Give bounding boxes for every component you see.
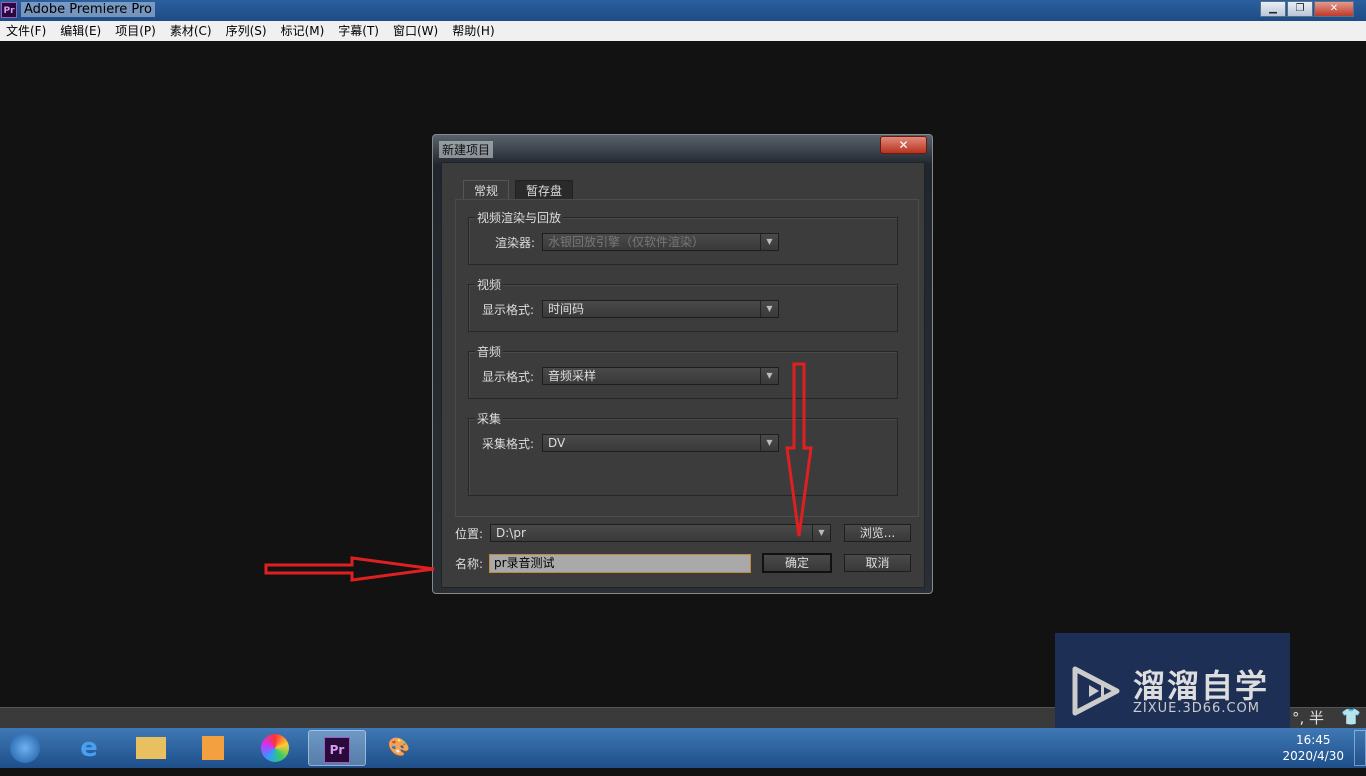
renderer-value: 水银回放引擎（仅软件渲染） <box>548 235 705 249</box>
location-label: 位置: <box>455 527 484 541</box>
watermark-url: ZIXUE.3D66.COM <box>1133 701 1260 716</box>
premiere-taskbar-icon[interactable]: Pr <box>308 730 366 766</box>
show-desktop-button[interactable] <box>1354 730 1366 766</box>
video-format-select[interactable]: 时间码 ▼ <box>542 300 779 318</box>
menu-marker[interactable]: 标记(M) <box>281 21 325 41</box>
render-group: 视频渲染与回放 渲染器: 水银回放引擎（仅软件渲染） ▼ <box>468 209 898 265</box>
app-title: Adobe Premiere Pro <box>21 2 156 17</box>
chevron-down-icon: ▼ <box>812 525 830 541</box>
capture-format-value: DV <box>548 436 566 450</box>
tab-scratch-disks[interactable]: 暂存盘 <box>515 180 574 200</box>
premiere-logo-icon: Pr <box>1 2 17 18</box>
project-name-input[interactable]: pr录音测试 <box>489 554 751 573</box>
chevron-down-icon: ▼ <box>760 234 778 250</box>
capture-format-label: 采集格式: <box>482 437 535 451</box>
ime-indicator[interactable]: °, 半 <box>1292 707 1324 728</box>
new-project-dialog: 新建项目 ✕ 常规 暂存盘 视频渲染与回放 渲染器: 水银回放引擎（仅软件渲染）… <box>432 134 933 594</box>
chevron-down-icon: ▼ <box>760 301 778 317</box>
menu-bar: 文件(F) 编辑(E) 项目(P) 素材(C) 序列(S) 标记(M) 字幕(T… <box>0 21 1366 41</box>
chevron-down-icon: ▼ <box>760 368 778 384</box>
tab-panel: 视频渲染与回放 渲染器: 水银回放引擎（仅软件渲染） ▼ 视频 显示格式: 时间码… <box>455 199 919 517</box>
renderer-select: 水银回放引擎（仅软件渲染） ▼ <box>542 233 779 251</box>
renderer-label: 渲染器: <box>495 236 536 250</box>
clock[interactable]: 16:45 2020/4/30 <box>1282 732 1344 764</box>
name-label: 名称: <box>455 557 484 571</box>
minimize-button[interactable]: ▁ <box>1260 1 1286 17</box>
taskbar: e Pr 🎨 16:45 2020/4/30 <box>0 728 1366 768</box>
audio-group: 音频 显示格式: 音频采样 ▼ <box>468 343 898 399</box>
play-logo-icon <box>1072 666 1120 716</box>
location-select[interactable]: D:\pr ▼ <box>490 524 831 542</box>
audio-format-label: 显示格式: <box>482 370 535 384</box>
cancel-button[interactable]: 取消 <box>844 554 911 572</box>
start-button[interactable] <box>0 730 50 766</box>
group-title: 采集 <box>475 410 504 427</box>
capture-group: 采集 采集格式: DV ▼ <box>468 410 898 496</box>
internet-explorer-icon[interactable]: e <box>60 730 118 766</box>
chevron-down-icon: ▼ <box>760 435 778 451</box>
menu-file[interactable]: 文件(F) <box>6 21 46 41</box>
audio-format-select[interactable]: 音频采样 ▼ <box>542 367 779 385</box>
shirt-icon[interactable]: 👕 <box>1341 707 1361 726</box>
clock-time: 16:45 <box>1295 733 1331 747</box>
media-player-icon[interactable] <box>184 730 242 766</box>
menu-window[interactable]: 窗口(W) <box>393 21 438 41</box>
dialog-title: 新建项目 <box>439 141 494 158</box>
video-format-label: 显示格式: <box>482 303 535 317</box>
menu-sequence[interactable]: 序列(S) <box>226 21 267 41</box>
menu-edit[interactable]: 编辑(E) <box>60 21 101 41</box>
group-title: 视频 <box>475 276 504 293</box>
audio-format-value: 音频采样 <box>548 369 597 383</box>
clock-date: 2020/4/30 <box>1282 749 1344 763</box>
ok-button[interactable]: 确定 <box>762 553 832 573</box>
dialog-close-button[interactable]: ✕ <box>880 136 927 154</box>
capture-format-select[interactable]: DV ▼ <box>542 434 779 452</box>
annotation-arrow-right <box>264 556 435 582</box>
menu-clip[interactable]: 素材(C) <box>170 21 212 41</box>
menu-help[interactable]: 帮助(H) <box>452 21 494 41</box>
file-explorer-icon[interactable] <box>122 730 180 766</box>
app-titlebar: Pr Adobe Premiere Pro ▁ ❐ ✕ <box>0 0 1366 21</box>
tab-general[interactable]: 常规 <box>463 180 510 200</box>
paint-icon[interactable]: 🎨 <box>370 730 428 766</box>
close-button[interactable]: ✕ <box>1314 1 1354 17</box>
restore-button[interactable]: ❐ <box>1287 1 1313 17</box>
menu-title[interactable]: 字幕(T) <box>338 21 379 41</box>
dialog-body: 常规 暂存盘 视频渲染与回放 渲染器: 水银回放引擎（仅软件渲染） ▼ 视频 显示… <box>441 162 925 588</box>
group-title: 音频 <box>475 343 504 360</box>
browser-app-icon[interactable] <box>246 730 304 766</box>
video-format-value: 时间码 <box>548 302 585 316</box>
menu-project[interactable]: 项目(P) <box>115 21 156 41</box>
location-value: D:\pr <box>496 526 526 540</box>
group-title: 视频渲染与回放 <box>475 209 564 226</box>
video-group: 视频 显示格式: 时间码 ▼ <box>468 276 898 332</box>
annotation-arrow-down <box>785 362 813 537</box>
browse-button[interactable]: 浏览... <box>844 524 911 542</box>
